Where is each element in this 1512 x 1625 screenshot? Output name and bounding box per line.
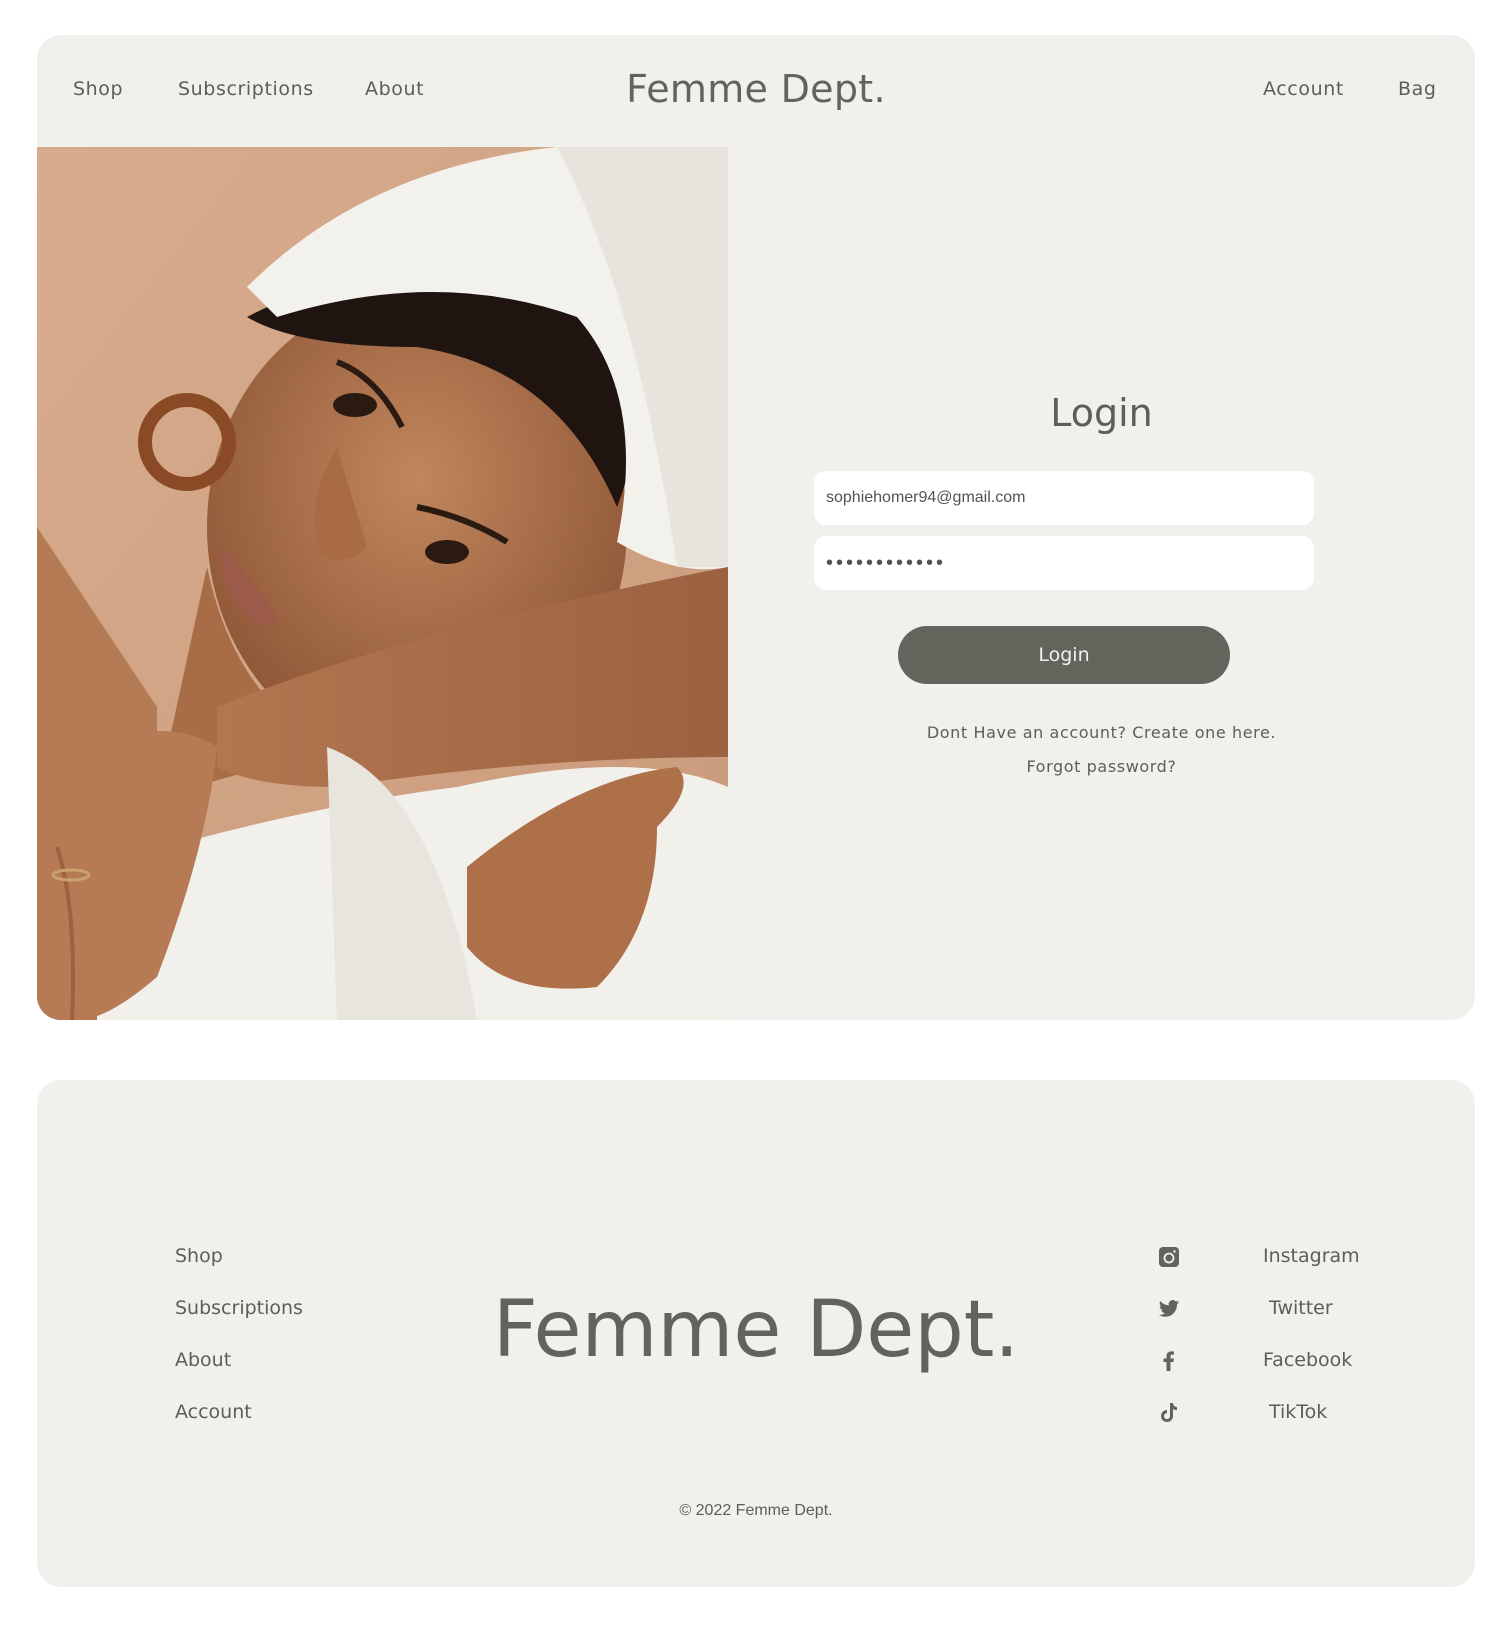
facebook-link[interactable]: Facebook	[1263, 1349, 1352, 1371]
twitter-link[interactable]: Twitter	[1269, 1297, 1333, 1319]
footer: Shop Subscriptions About Account Femme D…	[37, 1080, 1475, 1587]
tiktok-icon[interactable]	[1158, 1402, 1180, 1424]
instagram-link[interactable]: Instagram	[1263, 1245, 1360, 1267]
portrait-photo	[37, 147, 728, 1020]
login-title: Login	[1050, 391, 1153, 435]
nav-account-link[interactable]: Account	[1263, 78, 1344, 100]
email-field[interactable]: sophiehomer94@gmail.com	[814, 471, 1314, 525]
footer-brand-logo: Femme Dept.	[492, 1285, 1020, 1375]
footer-shop-link[interactable]: Shop	[175, 1245, 223, 1267]
twitter-icon[interactable]	[1158, 1298, 1180, 1320]
create-account-link[interactable]: Dont Have an account? Create one here.	[728, 723, 1475, 742]
facebook-icon[interactable]	[1158, 1350, 1180, 1372]
nav-bag-link[interactable]: Bag	[1398, 78, 1437, 100]
password-field[interactable]: ••••••••••••	[814, 536, 1314, 590]
forgot-password-link[interactable]: Forgot password?	[728, 757, 1475, 776]
login-section: Shop Subscriptions About Femme Dept. Acc…	[37, 35, 1475, 1020]
copyright-text: © 2022 Femme Dept.	[679, 1502, 833, 1519]
tiktok-link[interactable]: TikTok	[1269, 1401, 1327, 1423]
instagram-icon[interactable]	[1158, 1246, 1180, 1268]
login-button[interactable]: Login	[898, 626, 1230, 684]
brand-logo[interactable]: Femme Dept.	[37, 67, 1475, 111]
footer-account-link[interactable]: Account	[175, 1401, 252, 1423]
